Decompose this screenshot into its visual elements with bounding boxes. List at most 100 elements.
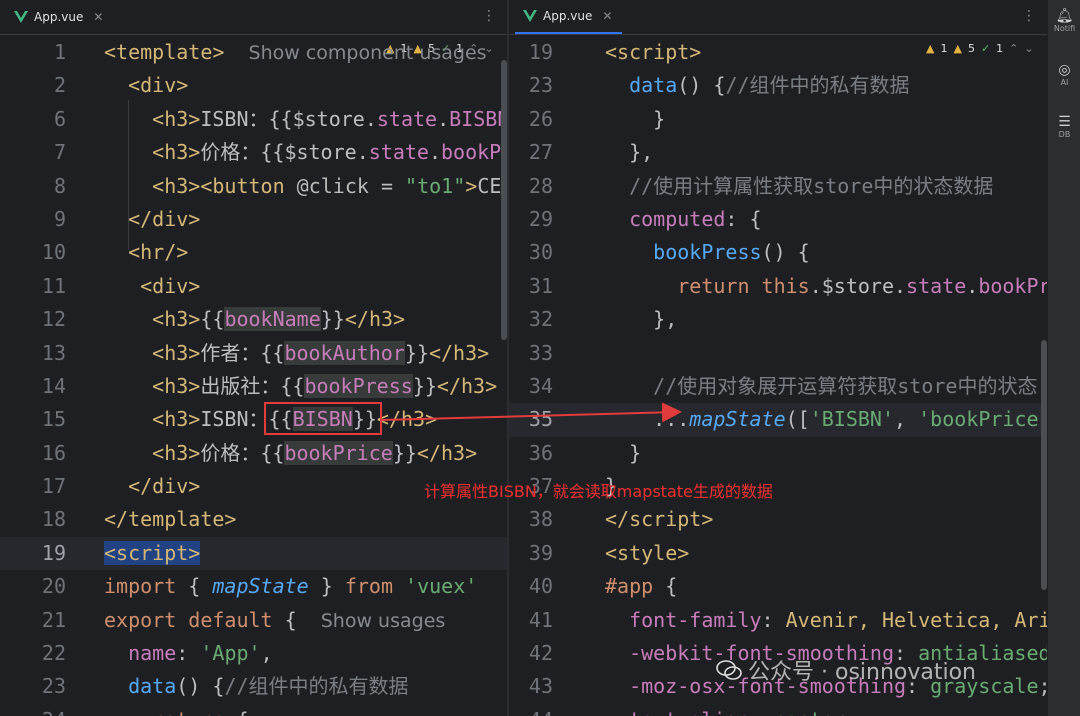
notifications-button[interactable]: 🔔︎ Notifi — [1048, 8, 1080, 33]
line-number: 23 — [41, 674, 66, 699]
code-line[interactable]: 2 <div> — [0, 69, 507, 102]
code-text: <h3>ISBN：{{$store.state.BISBN — [152, 106, 507, 131]
close-icon[interactable]: ✕ — [93, 10, 103, 24]
tab-app-vue[interactable]: App.vue ✕ — [515, 0, 623, 34]
code-line[interactable]: 1 <template> Show component usages — [0, 36, 507, 69]
code-line[interactable]: 29 computed: { — [509, 203, 1047, 236]
code-line[interactable]: 14 <h3>出版社：{{bookPress}}</h3> — [0, 370, 507, 403]
line-number: 24 — [0, 704, 66, 716]
line-number: 21 — [41, 607, 66, 632]
code-line[interactable]: 19 <script> — [0, 536, 507, 571]
line-number: 10 — [41, 240, 66, 265]
code-line[interactable]: 39 <style> — [509, 537, 1047, 570]
code-line[interactable]: 23 data() {//组件中的私有数据 — [0, 670, 507, 703]
code-text: <h3>作者：{{bookAuthor}}</h3> — [152, 340, 490, 365]
code-line[interactable]: 11 <div> — [0, 270, 507, 303]
code-line[interactable]: 41 font-family: Avenir, Helvetica, Ari — [509, 604, 1047, 637]
line-number: 13 — [41, 340, 66, 365]
code-text: ...mapState(['BISBN', 'bookPrice' — [605, 407, 1047, 432]
code-line[interactable]: 8 <h3><button @click = "to1">CE< — [0, 170, 507, 203]
code-line[interactable]: 27 }, — [509, 136, 1047, 169]
code-line[interactable]: 36 } — [509, 437, 1047, 470]
tab-bar: App.vue ✕ ⋮ — [509, 0, 1047, 35]
code-line[interactable]: 19 <script> — [509, 36, 1047, 69]
editor-pane-right[interactable]: App.vue ✕ ⋮ ▲ 1 ▲ 5 ✓ 1 ⌃ ⌄ 19 <script> 23 da… — [509, 0, 1047, 716]
strip-label: AI — [1060, 78, 1069, 87]
code-area[interactable]: 1 <template> Show component usages 2 <div>… — [0, 36, 507, 716]
line-number: 19 — [528, 40, 553, 64]
code-text: return this.$store.state.bookPr — [677, 273, 1047, 298]
code-line[interactable]: 6 <h3>ISBN：{{$store.state.BISBN — [0, 103, 507, 136]
code-text: <script> — [605, 40, 702, 64]
code-line[interactable]: 10 <hr/> — [0, 236, 507, 269]
code-text: data() {//组件中的私有数据 — [629, 73, 910, 98]
ai-assistant-button[interactable]: ◎ AI — [1048, 62, 1080, 87]
more-options-icon[interactable]: ⋮ — [1022, 8, 1036, 24]
line-number: 30 — [528, 240, 553, 265]
code-text: return { — [104, 704, 248, 716]
line-number: 8 — [53, 173, 66, 198]
code-text: <hr/> — [128, 240, 189, 265]
code-line[interactable]: 38 </script> — [509, 503, 1047, 536]
line-number: 34 — [528, 373, 553, 398]
line-number: 40 — [528, 574, 553, 599]
line-number: 33 — [528, 340, 553, 365]
code-text: <div> — [140, 273, 201, 298]
code-text: }, — [605, 307, 678, 332]
code-line[interactable]: 22 name: 'App', — [0, 637, 507, 670]
code-line[interactable]: 16 <h3>价格：{{bookPrice}}</h3> — [0, 437, 507, 470]
code-text: <h3>价格：{{$store.state.bookPr — [152, 140, 507, 165]
code-line[interactable]: 9 </div> — [0, 203, 507, 236]
code-line[interactable]: 28 //使用计算属性获取store中的状态数据 — [509, 170, 1047, 203]
database-button[interactable]: ☰ DB — [1048, 114, 1080, 139]
line-number: 6 — [53, 106, 66, 131]
code-line[interactable]: 32 }, — [509, 303, 1047, 336]
code-line[interactable]: 24 return { — [0, 704, 507, 716]
line-number: 44 — [509, 704, 553, 716]
line-number: 11 — [41, 273, 66, 298]
code-text: computed: { — [629, 206, 762, 231]
code-line[interactable]: 26 } — [509, 103, 1047, 136]
watermark-text: 公众号 · osinnovation — [748, 660, 977, 685]
code-line[interactable]: 18 </template> — [0, 503, 507, 536]
code-line[interactable]: 21 export default { Show usages — [0, 604, 507, 637]
tab-label: App.vue — [34, 10, 84, 24]
code-text: bookPress() { — [653, 240, 810, 265]
code-line[interactable]: 40 #app { — [509, 570, 1047, 603]
code-text: import { mapState } from 'vuex' — [104, 574, 478, 599]
more-options-icon[interactable]: ⋮ — [482, 8, 496, 24]
line-number: 31 — [528, 273, 553, 298]
code-line[interactable]: 31 return this.$store.state.bookPr — [509, 270, 1047, 303]
code-line[interactable]: 20 import { mapState } from 'vuex' — [0, 570, 507, 603]
code-line[interactable]: 44 text-align: center; — [509, 704, 1047, 716]
code-line[interactable]: 35 ...mapState(['BISBN', 'bookPrice' — [509, 403, 1047, 437]
code-line[interactable]: 33 — [509, 337, 1047, 370]
close-icon[interactable]: ✕ — [602, 9, 612, 23]
tool-window-strip: 🔔︎ Notifi ◎ AI ☰ DB — [1047, 0, 1080, 716]
ai-icon: ◎ — [1058, 62, 1071, 78]
code-text: //使用计算属性获取store中的状态数据 — [629, 173, 994, 198]
code-area[interactable]: 19 <script> 23 data() {//组件中的私有数据 26 } 27 },… — [509, 36, 1047, 716]
line-number: 41 — [528, 607, 553, 632]
code-line[interactable]: 12 <h3>{{bookName}}</h3> — [0, 303, 507, 336]
line-number: 17 — [41, 474, 66, 499]
code-text: data() {//组件中的私有数据 — [128, 674, 409, 699]
code-text: } — [605, 440, 642, 465]
code-line[interactable]: 30 bookPress() { — [509, 236, 1047, 269]
line-number: 16 — [41, 440, 66, 465]
line-number: 12 — [41, 307, 66, 332]
line-number: 38 — [528, 507, 553, 532]
code-line[interactable]: 13 <h3>作者：{{bookAuthor}}</h3> — [0, 337, 507, 370]
code-line[interactable]: 7 <h3>价格：{{$store.state.bookPr — [0, 136, 507, 169]
code-line[interactable]: 34 //使用对象展开运算符获取store中的状态 — [509, 370, 1047, 403]
line-number: 27 — [528, 140, 553, 165]
editor-pane-left[interactable]: App.vue ✕ ⋮ ▲ 1 ▲ 5 ✓ 1 ⌃ ⌄ 1 <template> Sho… — [0, 0, 507, 716]
line-number: 14 — [41, 373, 66, 398]
code-line[interactable]: 15 <h3>ISBN：{{BISBN}}</h3> — [0, 403, 507, 436]
tab-app-vue[interactable]: App.vue ✕ — [6, 0, 113, 34]
line-number: 23 — [528, 73, 553, 98]
code-line[interactable]: 23 data() {//组件中的私有数据 — [509, 69, 1047, 102]
code-text: <template> Show component usages — [104, 40, 487, 64]
tab-label: App.vue — [543, 9, 593, 23]
strip-label: Notifi — [1053, 24, 1076, 33]
